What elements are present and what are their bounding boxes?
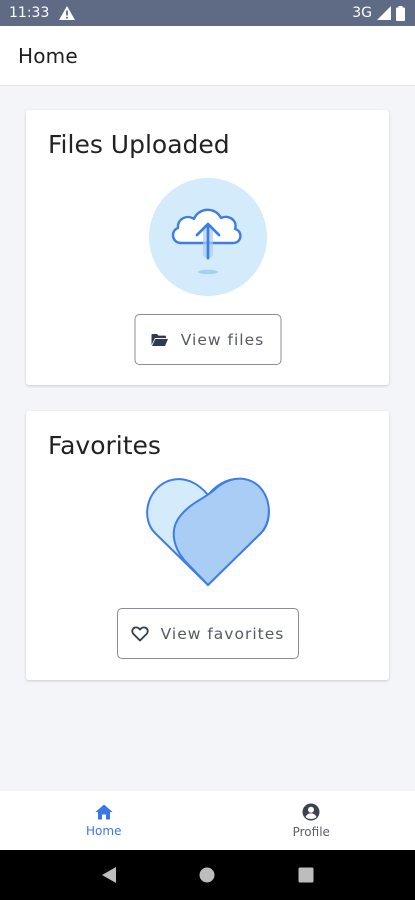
home-circle-icon	[199, 867, 215, 883]
files-card-title: Files Uploaded	[48, 130, 230, 159]
system-recents-button[interactable]	[286, 855, 326, 895]
nav-item-profile[interactable]: Profile	[208, 791, 415, 850]
view-files-label: View files	[180, 330, 265, 349]
nav-item-home[interactable]: Home	[0, 791, 208, 850]
heart-outline-icon	[131, 625, 149, 642]
cloud-upload-icon	[148, 178, 267, 296]
favorites-card-title: Favorites	[48, 431, 161, 460]
view-favorites-label: View favorites	[160, 624, 285, 643]
back-icon	[102, 867, 117, 883]
home-icon	[95, 804, 113, 819]
system-home-button[interactable]	[187, 855, 227, 895]
nav-home-label: Home	[86, 823, 122, 838]
status-time: 11:33	[9, 5, 50, 21]
nav-profile-label: Profile	[292, 824, 330, 839]
system-navigation-bar	[0, 850, 415, 900]
view-favorites-button[interactable]: View favorites	[116, 608, 299, 659]
page-title: Home	[18, 43, 78, 68]
status-right: 3G	[352, 5, 405, 21]
battery-icon	[396, 5, 405, 21]
status-bar: 11:33 3G	[0, 0, 415, 26]
network-type: 3G	[352, 5, 372, 21]
recents-icon	[298, 867, 314, 883]
signal-icon	[377, 6, 391, 20]
system-back-button[interactable]	[89, 855, 129, 895]
heart-icon	[145, 477, 270, 587]
app-bar: Home	[0, 26, 415, 86]
status-left: 11:33	[9, 5, 76, 21]
account-circle-icon	[302, 803, 320, 820]
folder-icon	[151, 333, 169, 347]
view-files-button[interactable]: View files	[134, 314, 281, 365]
favorites-card: Favorites View favorites	[26, 411, 389, 680]
home-screen: 11:33 3G Home Files Uploaded View files …	[0, 0, 415, 900]
files-uploaded-card: Files Uploaded View files	[26, 110, 389, 385]
bottom-navigation: Home Profile	[0, 791, 415, 850]
warning-icon	[59, 6, 76, 20]
